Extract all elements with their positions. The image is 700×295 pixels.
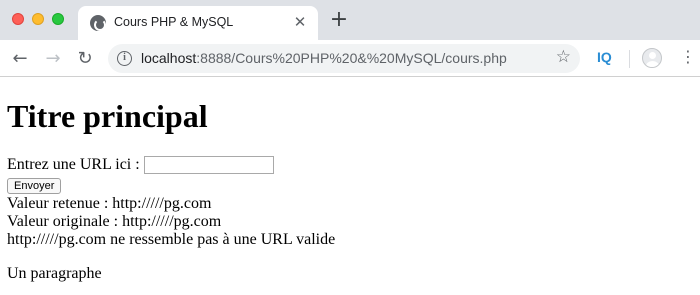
- retained-value-text: Valeur retenue : http://///pg.com: [7, 195, 212, 212]
- profile-avatar-icon[interactable]: [642, 48, 662, 68]
- forward-button[interactable]: →: [42, 48, 64, 70]
- tab-bar: Cours PHP & MySQL ✕ +: [0, 0, 700, 40]
- window-minimize-button[interactable]: [32, 13, 44, 25]
- url-form: Entrez une URL ici :: [7, 156, 274, 175]
- page-heading: Titre principal: [7, 98, 208, 134]
- new-tab-button[interactable]: +: [329, 9, 349, 31]
- extension-iq-icon[interactable]: IQ: [597, 49, 612, 65]
- site-favicon-icon: [90, 15, 106, 31]
- tab-active[interactable]: Cours PHP & MySQL ✕: [78, 6, 318, 40]
- invalid-url-message: http://///pg.com ne ressemble pas à une …: [7, 231, 336, 248]
- site-info-icon[interactable]: i: [117, 51, 132, 66]
- address-bar[interactable]: i localhost:8888/Cours%20PHP%20&%20MySQL…: [108, 44, 580, 73]
- window-zoom-button[interactable]: [52, 13, 64, 25]
- toolbar-divider: [629, 50, 630, 68]
- url-text[interactable]: localhost:8888/Cours%20PHP%20&%20MySQL/c…: [141, 50, 507, 66]
- tab-close-icon[interactable]: ✕: [292, 14, 308, 30]
- original-value-text: Valeur originale : http://///pg.com: [7, 213, 222, 230]
- tab-title: Cours PHP & MySQL: [114, 15, 234, 29]
- page-content: Titre principal Entrez une URL ici : Env…: [0, 78, 700, 295]
- paragraph-text: Un paragraphe: [7, 265, 102, 282]
- menu-kebab-icon[interactable]: ⋮: [680, 46, 696, 68]
- bookmark-star-icon[interactable]: ☆: [556, 47, 571, 67]
- window-close-button[interactable]: [12, 13, 24, 25]
- back-button[interactable]: ←: [9, 48, 31, 70]
- url-path: :8888/Cours%20PHP%20&%20MySQL/cours.php: [196, 50, 507, 66]
- reload-button[interactable]: ↻: [74, 48, 96, 70]
- url-host: localhost: [141, 50, 197, 66]
- browser-toolbar: ← → ↻ i localhost:8888/Cours%20PHP%20&%2…: [0, 40, 700, 77]
- submit-button[interactable]: Envoyer: [7, 178, 62, 194]
- url-input-label: Entrez une URL ici :: [7, 156, 144, 173]
- url-input[interactable]: [143, 156, 274, 175]
